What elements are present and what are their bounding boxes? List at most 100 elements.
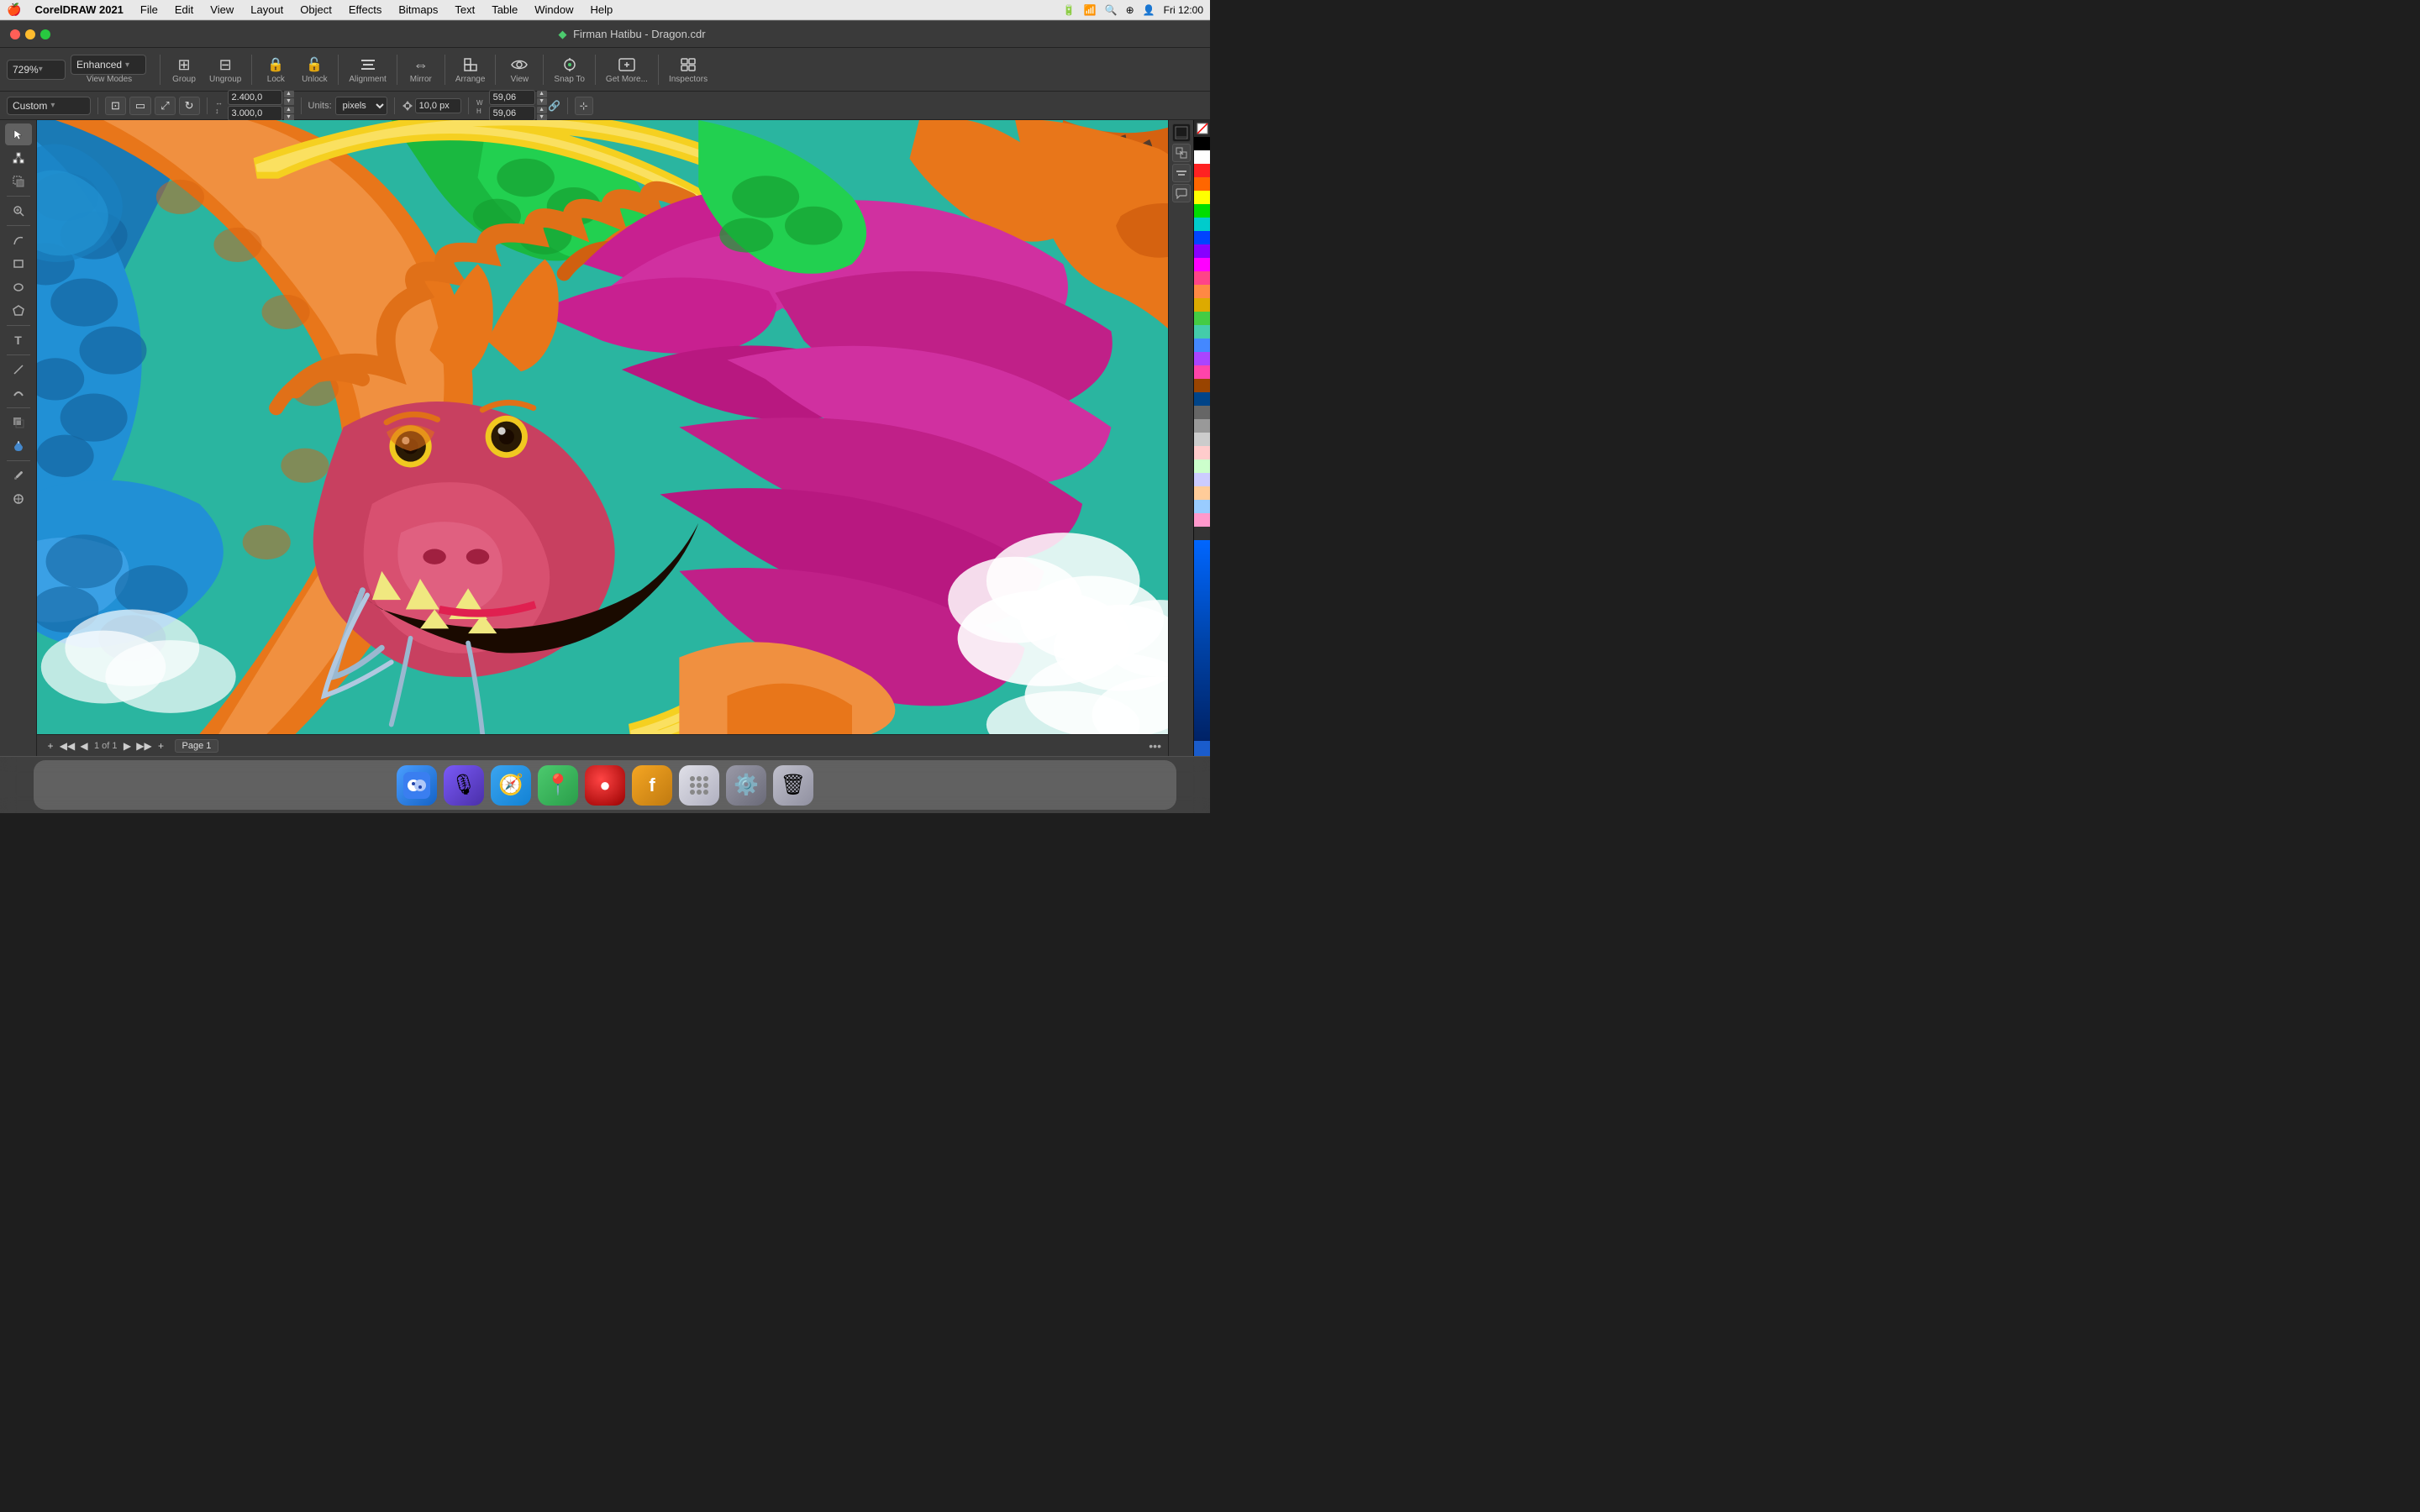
menu-edit[interactable]: Edit	[168, 2, 200, 18]
first-page-btn[interactable]: ◀◀	[60, 739, 74, 753]
lock-button[interactable]: 🔒 Lock	[257, 53, 294, 86]
close-button[interactable]	[10, 29, 20, 39]
y-coord-input[interactable]	[228, 106, 282, 121]
artistic-tool-btn[interactable]	[5, 382, 32, 404]
color-light-green[interactable]	[1194, 312, 1210, 325]
w-up-btn[interactable]: ▲	[537, 91, 547, 97]
select-tool-btn[interactable]	[5, 123, 32, 145]
color-cyan[interactable]	[1194, 218, 1210, 231]
transform-panel-btn[interactable]	[1172, 144, 1191, 162]
add-page-right-btn[interactable]: +	[155, 739, 168, 753]
color-cobalt[interactable]	[1194, 741, 1210, 756]
lock-proportions-btn[interactable]: 🔗	[549, 95, 560, 117]
x-coord-input[interactable]	[228, 90, 282, 105]
comment-btn[interactable]	[1172, 184, 1191, 202]
dock-siri[interactable]: 🎙	[444, 765, 484, 806]
color-mid-gray[interactable]	[1194, 419, 1210, 433]
no-fill-swatch[interactable]	[1194, 120, 1210, 137]
color-light-blue[interactable]	[1194, 339, 1210, 352]
last-page-btn[interactable]: ▶▶	[138, 739, 151, 753]
menu-effects[interactable]: Effects	[342, 2, 389, 18]
menu-view[interactable]: View	[203, 2, 240, 18]
custom-preset-dropdown[interactable]: Custom ▾	[7, 97, 91, 115]
nudge-input[interactable]	[415, 98, 461, 113]
color-hot-pink[interactable]	[1194, 365, 1210, 379]
color-rose[interactable]	[1194, 513, 1210, 527]
maximize-button[interactable]	[40, 29, 50, 39]
ungroup-button[interactable]: ⊟ Ungroup	[204, 53, 246, 86]
color-pale-green[interactable]	[1194, 459, 1210, 473]
color-dark-blue[interactable]	[1194, 392, 1210, 406]
inspectors-button[interactable]: Inspectors	[664, 53, 713, 86]
search-icon[interactable]: 🔍	[1105, 4, 1118, 16]
node-edit-tool-btn[interactable]	[5, 147, 32, 169]
color-orange[interactable]	[1194, 177, 1210, 191]
transform-rotate-btn[interactable]: ↻	[179, 97, 200, 115]
line-tool-btn[interactable]	[5, 359, 32, 381]
mirror-button[interactable]: ⇔ Mirror	[402, 53, 439, 86]
menu-bitmaps[interactable]: Bitmaps	[392, 2, 445, 18]
apple-menu[interactable]: 🍎	[7, 3, 21, 17]
h-up-btn[interactable]: ▲	[537, 107, 547, 113]
color-light-gray[interactable]	[1194, 433, 1210, 446]
color-pale-pink[interactable]	[1194, 446, 1210, 459]
interactive-fill-btn[interactable]	[5, 488, 32, 510]
color-gold[interactable]	[1194, 298, 1210, 312]
dock-app-fontself[interactable]: f	[632, 765, 672, 806]
status-more-btn[interactable]: •••	[1149, 739, 1161, 753]
get-more-button[interactable]: Get More...	[601, 53, 653, 86]
color-dark-gray[interactable]	[1194, 527, 1210, 540]
color-light-orange[interactable]	[1194, 285, 1210, 298]
align-panel-btn[interactable]	[1172, 164, 1191, 182]
transform-scale-btn[interactable]: ⤢	[155, 97, 175, 115]
color-gray[interactable]	[1194, 406, 1210, 419]
color-magenta[interactable]	[1194, 258, 1210, 271]
polygon-tool-btn[interactable]	[5, 300, 32, 322]
minimize-button[interactable]	[25, 29, 35, 39]
canvas-area[interactable]: + ◀◀ ◀ 1 of 1 ▶ ▶▶ + Page 1 •••	[37, 120, 1168, 756]
color-green[interactable]	[1194, 204, 1210, 218]
color-white[interactable]	[1194, 150, 1210, 164]
color-brown[interactable]	[1194, 379, 1210, 392]
user-avatar[interactable]: 👤	[1143, 4, 1155, 16]
menu-help[interactable]: Help	[584, 2, 620, 18]
dock-maps[interactable]: 📍	[538, 765, 578, 806]
menu-file[interactable]: File	[134, 2, 165, 18]
add-page-left-btn[interactable]: +	[44, 739, 57, 753]
text-tool-btn[interactable]: T	[5, 329, 32, 351]
control-icon[interactable]: ⊕	[1126, 4, 1134, 16]
color-violet[interactable]	[1194, 352, 1210, 365]
color-black[interactable]	[1194, 137, 1210, 150]
dock-trash[interactable]: 🗑	[773, 765, 813, 806]
arrange-button[interactable]: Arrange	[450, 53, 491, 86]
transform-position-btn[interactable]: ⊡	[105, 97, 126, 115]
color-sky-blue[interactable]	[1194, 500, 1210, 513]
snap-to-button[interactable]: Snap To	[549, 53, 590, 86]
zoom-dropdown[interactable]: 729% ▾	[7, 60, 66, 80]
object-select-btn[interactable]: ⊹	[575, 97, 593, 115]
rectangle-tool-btn[interactable]	[5, 253, 32, 275]
menu-layout[interactable]: Layout	[244, 2, 290, 18]
dock-safari[interactable]: 🧭	[491, 765, 531, 806]
prev-page-btn[interactable]: ◀	[77, 739, 91, 753]
next-page-btn[interactable]: ▶	[121, 739, 134, 753]
unlock-button[interactable]: 🔓 Unlock	[296, 53, 333, 86]
fill-swatch-btn[interactable]	[1172, 123, 1191, 142]
color-blue[interactable]	[1194, 231, 1210, 244]
color-red[interactable]	[1194, 164, 1210, 177]
menu-window[interactable]: Window	[528, 2, 580, 18]
fill-tool-btn[interactable]	[5, 435, 32, 457]
menu-table[interactable]: Table	[485, 2, 524, 18]
alignment-button[interactable]: Alignment	[344, 53, 391, 86]
shadow-tool-btn[interactable]	[5, 412, 32, 433]
menu-object[interactable]: Object	[293, 2, 339, 18]
x-down-btn[interactable]: ▼	[284, 98, 294, 105]
color-pink[interactable]	[1194, 271, 1210, 285]
y-up-btn[interactable]: ▲	[284, 107, 294, 113]
eyedropper-tool-btn[interactable]	[5, 465, 32, 486]
color-teal[interactable]	[1194, 325, 1210, 339]
transform-tool-btn[interactable]	[5, 171, 32, 192]
color-pale-blue[interactable]	[1194, 473, 1210, 486]
view-button[interactable]: View	[501, 53, 538, 86]
group-button[interactable]: ⊞ Group	[166, 53, 203, 86]
